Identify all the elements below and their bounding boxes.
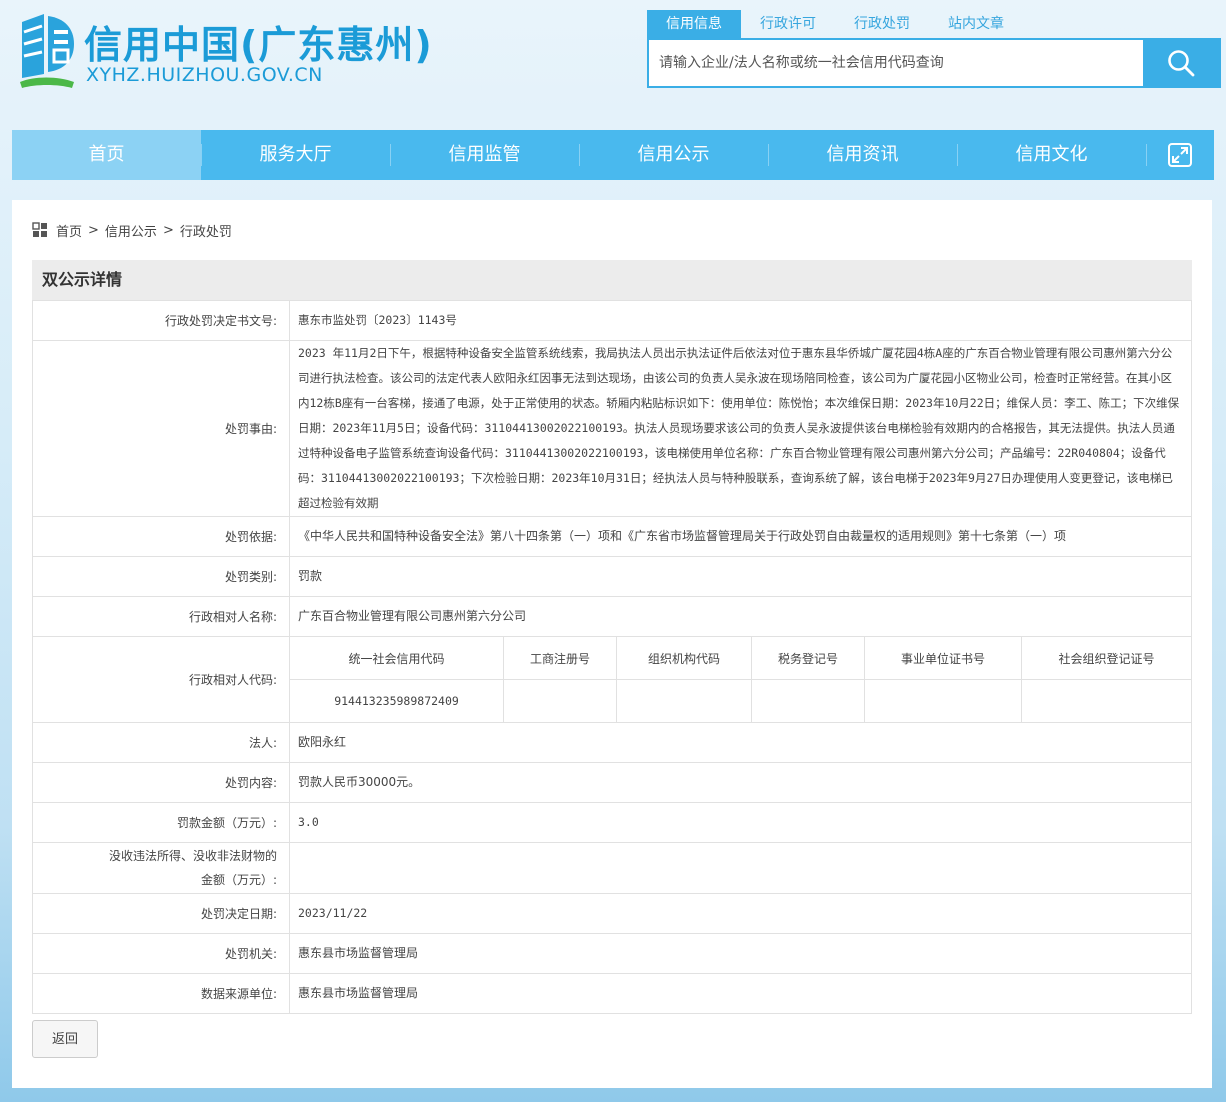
search-input[interactable] <box>649 40 1143 86</box>
content-panel: 首页 > 信用公示 > 行政处罚 双公示详情 行政处罚决定书文号: 惠东市监处罚… <box>12 200 1212 1088</box>
table-row: 数据来源单位: 惠东县市场监督管理局 <box>32 973 1192 1014</box>
nav-item-credit-news[interactable]: 信用资讯 <box>768 130 957 180</box>
search-button[interactable] <box>1143 40 1219 86</box>
code-header: 统一社会信用代码 <box>290 637 504 680</box>
table-row: 行政相对人代码: 统一社会信用代码 工商注册号 组织机构代码 税务登记号 事业单… <box>32 636 1192 723</box>
grid-icon <box>32 222 47 237</box>
amount-value: 3.0 <box>289 802 1192 843</box>
source-label: 数据来源单位: <box>32 973 290 1014</box>
table-row: 处罚依据: 《中华人民共和国特种设备安全法》第八十四条第（一）项和《广东省市场监… <box>32 516 1192 557</box>
main-nav: 首页 服务大厅 信用监管 信用公示 信用资讯 信用文化 <box>12 130 1214 180</box>
code-header: 组织机构代码 <box>616 637 752 680</box>
breadcrumb-home[interactable]: 首页 <box>56 221 82 240</box>
site-header: 信用中国(广东惠州) XYHZ.HUIZHOU.GOV.CN 信用信息 行政许可… <box>0 0 1226 120</box>
code-value <box>616 679 752 722</box>
authority-value: 惠东县市场监督管理局 <box>289 933 1192 974</box>
content-value: 罚款人民币30000元。 <box>289 762 1192 803</box>
nav-item-service-hall[interactable]: 服务大厅 <box>201 130 390 180</box>
code-value-row: 914413235989872409 <box>290 679 1191 722</box>
party-code-table: 统一社会信用代码 工商注册号 组织机构代码 税务登记号 事业单位证书号 社会组织… <box>290 637 1191 722</box>
confiscation-label-line2: 金额（万元）: <box>200 873 277 887</box>
legal-person-value: 欧阳永红 <box>289 722 1192 763</box>
source-value: 惠东县市场监督管理局 <box>289 973 1192 1014</box>
party-name-value: 广东百合物业管理有限公司惠州第六分公司 <box>289 596 1192 637</box>
date-value: 2023/11/22 <box>289 893 1192 934</box>
breadcrumb-separator: > <box>162 222 174 238</box>
table-row: 处罚决定日期: 2023/11/22 <box>32 893 1192 934</box>
nav-item-credit-culture[interactable]: 信用文化 <box>957 130 1146 180</box>
logo-icon[interactable] <box>14 12 78 92</box>
confiscation-value <box>289 842 1192 894</box>
date-label: 处罚决定日期: <box>32 893 290 934</box>
amount-label: 罚款金额（万元）: <box>32 802 290 843</box>
authority-label: 处罚机关: <box>32 933 290 974</box>
breadcrumb-separator: > <box>88 222 99 238</box>
section-title: 双公示详情 <box>32 260 1192 300</box>
confiscation-label: 没收违法所得、没收非法财物的 金额（万元）: <box>32 842 290 894</box>
fullscreen-icon <box>1168 143 1192 167</box>
search-tab-admin-penalty[interactable]: 行政处罚 <box>835 10 929 38</box>
doc-no-value: 惠东市监处罚〔2023〕1143号 <box>289 300 1192 341</box>
party-code-cell: 统一社会信用代码 工商注册号 组织机构代码 税务登记号 事业单位证书号 社会组织… <box>289 636 1192 723</box>
nav-item-home[interactable]: 首页 <box>12 130 201 180</box>
code-value <box>864 679 1022 722</box>
table-row: 行政处罚决定书文号: 惠东市监处罚〔2023〕1143号 <box>32 300 1192 341</box>
reason-value: 2023 年11月2日下午，根据特种设备安全监管系统线索，我局执法人员出示执法证… <box>289 340 1192 517</box>
code-header: 工商注册号 <box>503 637 617 680</box>
fullscreen-button[interactable] <box>1146 130 1214 180</box>
reason-label: 处罚事由: <box>32 340 290 517</box>
table-row: 处罚类别: 罚款 <box>32 556 1192 597</box>
site-url: XYHZ.HUIZHOU.GOV.CN <box>86 64 323 86</box>
legal-person-label: 法人: <box>32 722 290 763</box>
table-row: 处罚内容: 罚款人民币30000元。 <box>32 762 1192 803</box>
table-row: 没收违法所得、没收非法财物的 金额（万元）: <box>32 842 1192 894</box>
code-header: 社会组织登记证号 <box>1021 637 1191 680</box>
nav-item-credit-publicity[interactable]: 信用公示 <box>579 130 768 180</box>
search-tab-admin-license[interactable]: 行政许可 <box>741 10 835 38</box>
detail-table: 行政处罚决定书文号: 惠东市监处罚〔2023〕1143号 处罚事由: 2023 … <box>32 300 1192 1014</box>
party-name-label: 行政相对人名称: <box>32 596 290 637</box>
breadcrumb-current: 行政处罚 <box>179 224 232 240</box>
code-header: 事业单位证书号 <box>864 637 1022 680</box>
table-row: 处罚机关: 惠东县市场监督管理局 <box>32 933 1192 974</box>
table-row: 行政相对人名称: 广东百合物业管理有限公司惠州第六分公司 <box>32 596 1192 637</box>
breadcrumb-credit-publicity[interactable]: 信用公示 <box>105 221 157 240</box>
code-value <box>503 679 617 722</box>
nav-item-credit-supervision[interactable]: 信用监管 <box>390 130 579 180</box>
back-button[interactable]: 返回 <box>32 1020 98 1058</box>
table-row: 罚款金额（万元）: 3.0 <box>32 802 1192 843</box>
breadcrumb: 首页 > 信用公示 > 行政处罚 <box>32 220 232 240</box>
table-row: 处罚事由: 2023 年11月2日下午，根据特种设备安全监管系统线索，我局执法人… <box>32 340 1192 517</box>
search-tabs: 信用信息 行政许可 行政处罚 站内文章 <box>647 10 1023 38</box>
category-value: 罚款 <box>289 556 1192 597</box>
code-value <box>1021 679 1191 722</box>
search-tab-site-articles[interactable]: 站内文章 <box>929 10 1023 38</box>
category-label: 处罚类别: <box>32 556 290 597</box>
table-row: 法人: 欧阳永红 <box>32 722 1192 763</box>
confiscation-label-line1: 没收违法所得、没收非法财物的 <box>108 849 277 863</box>
search-box <box>647 38 1221 88</box>
basis-value: 《中华人民共和国特种设备安全法》第八十四条第（一）项和《广东省市场监督管理局关于… <box>289 516 1192 557</box>
doc-no-label: 行政处罚决定书文号: <box>32 300 290 341</box>
party-code-label: 行政相对人代码: <box>32 636 290 723</box>
code-value <box>751 679 865 722</box>
code-header-row: 统一社会信用代码 工商注册号 组织机构代码 税务登记号 事业单位证书号 社会组织… <box>290 637 1191 680</box>
content-label: 处罚内容: <box>32 762 290 803</box>
code-header: 税务登记号 <box>751 637 865 680</box>
site-title: 信用中国(广东惠州) <box>84 23 433 67</box>
search-icon <box>1168 50 1195 77</box>
basis-label: 处罚依据: <box>32 516 290 557</box>
search-tab-credit-info[interactable]: 信用信息 <box>647 10 741 38</box>
code-value: 914413235989872409 <box>290 679 504 722</box>
